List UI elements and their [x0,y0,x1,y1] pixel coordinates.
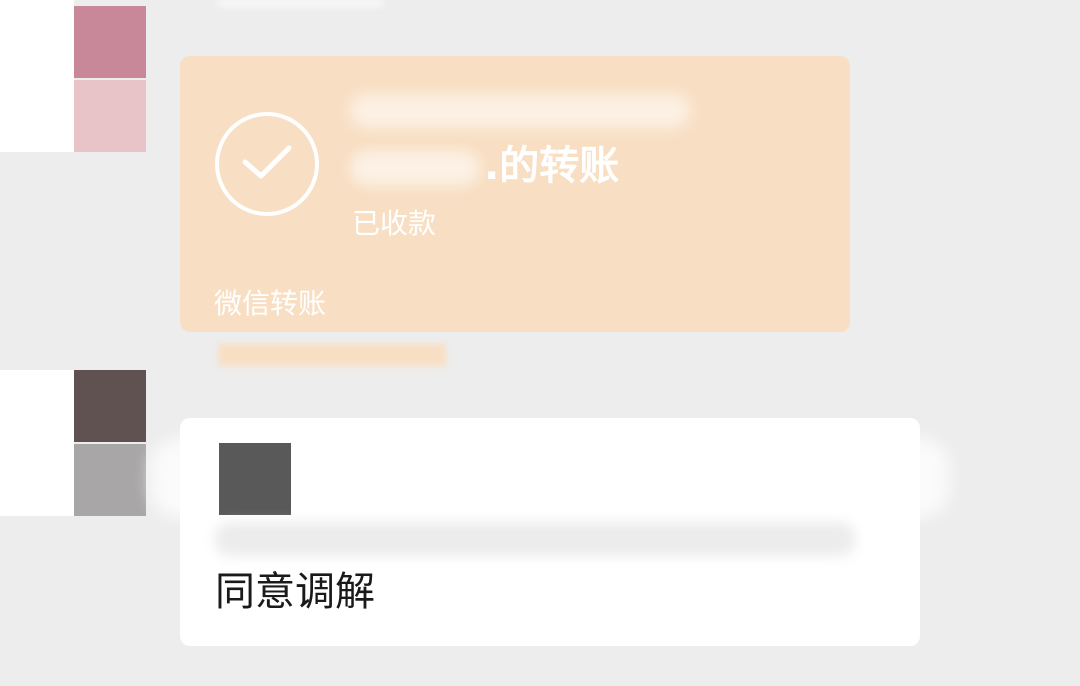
avatar-background-bottom [0,370,74,516]
redacted-sender-mask [350,94,690,128]
transfer-status: 已收款 [352,207,437,240]
transfer-blur-strip [218,344,446,366]
transfer-card[interactable]: .的转账 已收款 微信转账 [180,56,850,332]
avatar-top-mosaic-a [74,6,146,78]
avatar-bottom-mosaic-b [74,444,146,516]
avatar-background-top [0,0,74,152]
redacted-text-line [215,522,855,556]
transfer-title: .的转账 [350,142,619,190]
message-text: 同意调解 [215,569,375,615]
quoted-avatar [219,443,291,515]
avatar-top-mosaic-b [74,80,146,152]
check-circle-icon [215,112,319,216]
avatar-bottom-mosaic-a [74,370,146,442]
top-blur-strip [218,0,383,6]
transfer-footer: 微信转账 [214,287,327,320]
transfer-title-text: .的转账 [484,143,620,189]
redacted-name-mask [350,150,480,186]
